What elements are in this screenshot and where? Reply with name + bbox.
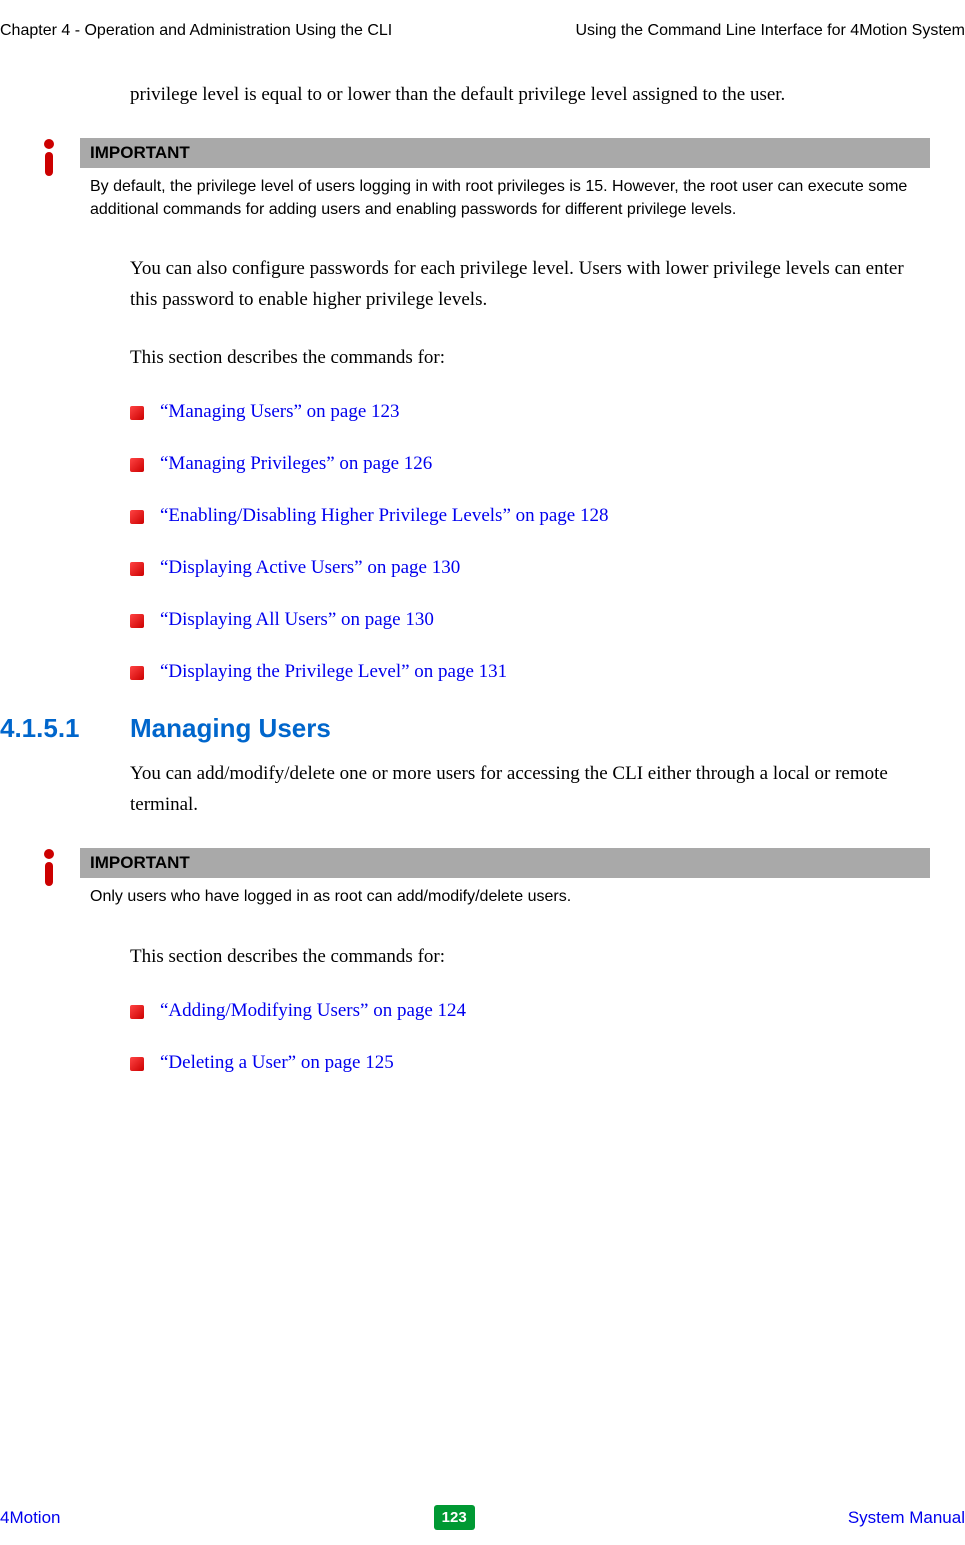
main-content: privilege level is equal to or lower tha… <box>0 40 965 1074</box>
important-body-text: Only users who have logged in as root ca… <box>80 878 930 916</box>
link-list-2: “Adding/Modifying Users” on page 124 “De… <box>130 1000 930 1074</box>
page-footer: 4Motion 123 System Manual <box>0 1505 965 1530</box>
list-item: “Managing Privileges” on page 126 <box>130 453 930 475</box>
header-section-title: Using the Command Line Interface for 4Mo… <box>575 22 965 40</box>
section-paragraph: You can add/modify/delete one or more us… <box>130 759 930 820</box>
cross-reference-link[interactable]: “Deleting a User” on page 125 <box>160 1052 394 1073</box>
cross-reference-link[interactable]: “Adding/Modifying Users” on page 124 <box>160 1000 466 1021</box>
cross-reference-link[interactable]: “Enabling/Disabling Higher Privilege Lev… <box>160 505 609 526</box>
section-number: 4.1.5.1 <box>0 713 80 744</box>
info-icon <box>40 138 70 183</box>
section-title: Managing Users <box>130 713 331 743</box>
cross-reference-link[interactable]: “Displaying All Users” on page 130 <box>160 609 434 630</box>
paragraph-2: You can also configure passwords for eac… <box>130 254 930 315</box>
footer-product-name: 4Motion <box>0 1508 60 1528</box>
important-body-text: By default, the privilege level of users… <box>80 168 930 229</box>
footer-manual-title: System Manual <box>848 1508 965 1528</box>
important-callout-2: IMPORTANT Only users who have logged in … <box>40 848 930 916</box>
important-callout-1: IMPORTANT By default, the privilege leve… <box>40 138 930 229</box>
list-item: “Displaying Active Users” on page 130 <box>130 557 930 579</box>
list-item: “Enabling/Disabling Higher Privilege Lev… <box>130 505 930 527</box>
cross-reference-link[interactable]: “Managing Privileges” on page 126 <box>160 453 432 474</box>
list-item: “Adding/Modifying Users” on page 124 <box>130 1000 930 1022</box>
section-heading: 4.1.5.1 Managing Users <box>0 713 930 744</box>
intro-paragraph: privilege level is equal to or lower tha… <box>130 80 930 110</box>
important-label: IMPORTANT <box>80 138 930 168</box>
cross-reference-link[interactable]: “Managing Users” on page 123 <box>160 401 400 422</box>
paragraph-4: This section describes the commands for: <box>130 942 930 972</box>
important-label: IMPORTANT <box>80 848 930 878</box>
list-item: “Deleting a User” on page 125 <box>130 1052 930 1074</box>
paragraph-3: This section describes the commands for: <box>130 343 930 373</box>
info-icon <box>40 848 70 893</box>
link-list-1: “Managing Users” on page 123 “Managing P… <box>130 401 930 683</box>
cross-reference-link[interactable]: “Displaying the Privilege Level” on page… <box>160 661 507 682</box>
list-item: “Displaying All Users” on page 130 <box>130 609 930 631</box>
header-chapter-title: Chapter 4 - Operation and Administration… <box>0 22 392 40</box>
list-item: “Managing Users” on page 123 <box>130 401 930 423</box>
page-header: Chapter 4 - Operation and Administration… <box>0 0 965 40</box>
cross-reference-link[interactable]: “Displaying Active Users” on page 130 <box>160 557 460 578</box>
list-item: “Displaying the Privilege Level” on page… <box>130 661 930 683</box>
page-number: 123 <box>434 1505 475 1530</box>
